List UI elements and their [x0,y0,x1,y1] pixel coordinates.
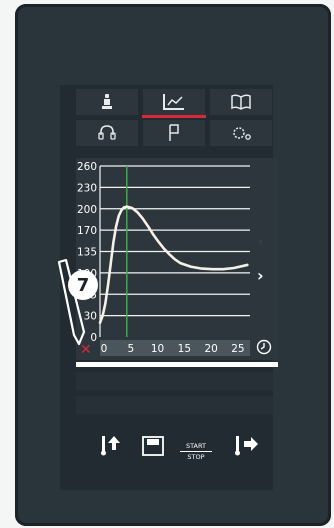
chevron-right-icon[interactable]: › [257,266,264,285]
stop-label: STOP [187,453,205,461]
chevron-left-icon: ‹ [258,234,264,250]
start-stop-divider [180,451,212,452]
y-tick-label: 135 [77,247,97,259]
x-tick-label: 25 [231,343,244,355]
save-icon [142,436,164,456]
temperature-curve [98,205,249,325]
divider-bar [76,362,278,367]
y-tick-label: 260 [77,161,97,173]
x-tick-label: 10 [151,343,164,355]
x-tick-label: 20 [204,343,217,355]
y-tick-label: 170 [77,225,97,237]
probe-icon [57,258,86,346]
probe-right-icon [235,436,258,456]
x-tick-label: 15 [178,343,191,355]
probe-up-icon [101,436,120,456]
start-stop-button[interactable]: START STOP [180,442,212,461]
bottom-toolbar: START STOP [76,424,273,464]
y-tick-label: 200 [77,204,97,216]
empty-row [76,372,273,390]
probe-up-button[interactable] [100,434,124,456]
clock-icon[interactable] [256,339,272,355]
y-tick-label: 230 [77,182,97,194]
x-tick-label: 0 [101,343,108,355]
empty-row [76,396,273,414]
probe-right-button[interactable] [234,434,262,456]
x-tick-label: 5 [127,343,134,355]
start-label: START [185,442,207,450]
save-button[interactable] [142,436,164,456]
close-icon[interactable]: ✕ [80,343,92,357]
